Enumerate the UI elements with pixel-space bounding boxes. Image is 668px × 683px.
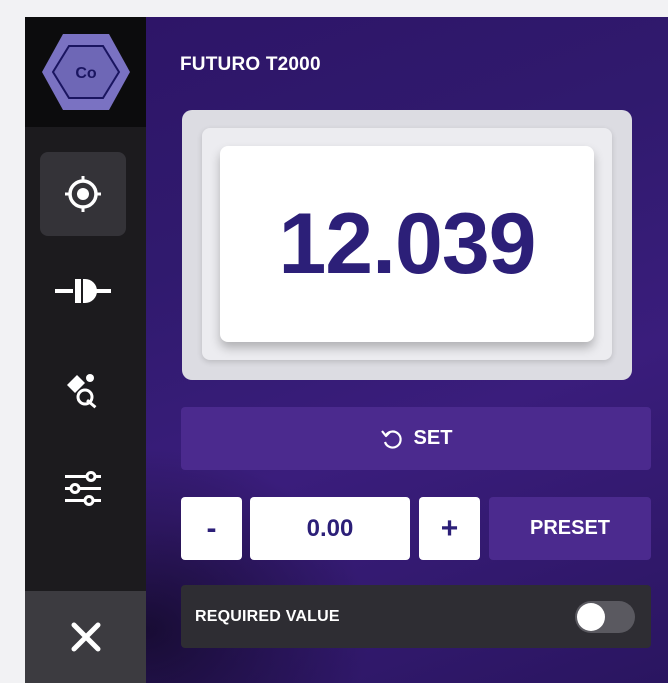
probe-icon (55, 279, 111, 303)
reading-value: 12.039 (278, 195, 536, 292)
logo-text: Co (75, 65, 97, 82)
set-button[interactable]: SET (181, 407, 651, 470)
main-panel: FUTURO T2000 12.039 SET - 0.00 + PRESET … (146, 17, 668, 683)
crosshair-icon (65, 176, 101, 212)
required-value-row: REQUIRED VALUE (181, 585, 651, 648)
required-value-label: REQUIRED VALUE (195, 607, 340, 625)
value-field[interactable]: 0.00 (250, 497, 410, 560)
reset-icon (380, 429, 402, 449)
increment-button[interactable]: + (419, 497, 480, 560)
set-button-label: SET (413, 427, 453, 449)
sidebar-item-probe[interactable] (40, 249, 126, 333)
close-button[interactable] (25, 591, 146, 683)
reading-screen: 12.039 (220, 146, 594, 342)
sidebar-item-target[interactable] (40, 152, 126, 236)
toggle-knob (577, 602, 605, 631)
close-icon (71, 622, 100, 652)
required-value-toggle[interactable] (575, 600, 635, 633)
preset-button[interactable]: PRESET (489, 497, 651, 560)
app-window: Co FUTURO T2000 12.039 SET - 0.00 + PRES… (25, 17, 668, 683)
decrement-button[interactable]: - (181, 497, 242, 560)
sliders-icon (65, 471, 101, 506)
hexagon-logo-icon: Co (41, 34, 130, 110)
sidebar-item-calibration[interactable] (40, 347, 126, 431)
sidebar: Co (25, 17, 146, 683)
reading-display-bezel: 12.039 (202, 128, 612, 360)
key-tool-icon (67, 374, 97, 409)
device-title: FUTURO T2000 (180, 54, 321, 75)
reading-display: 12.039 (182, 110, 632, 380)
sidebar-item-settings[interactable] (40, 447, 126, 531)
logo: Co (25, 17, 146, 127)
